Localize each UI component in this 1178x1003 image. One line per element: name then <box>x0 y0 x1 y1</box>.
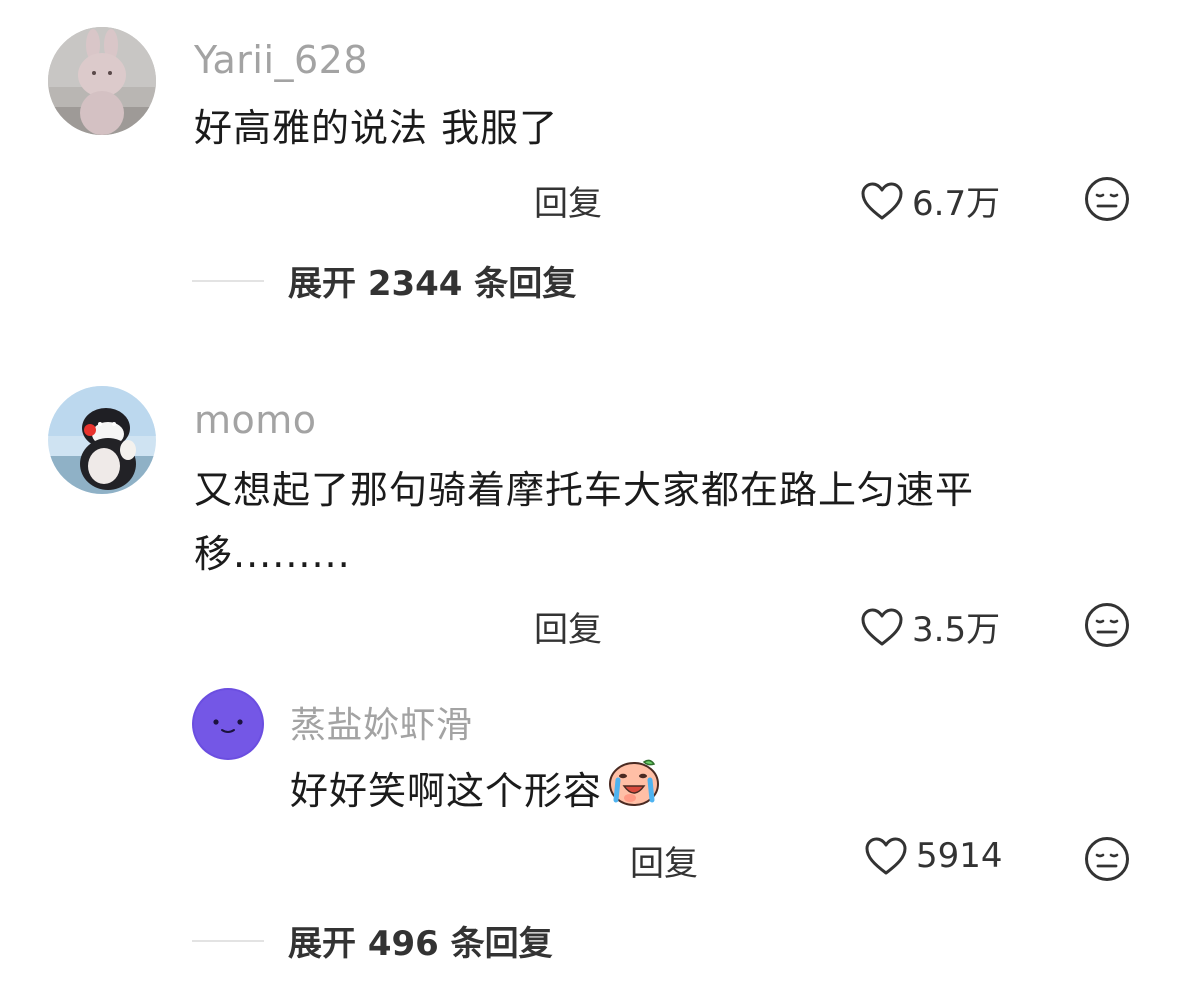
comment-text: 好好笑啊这个形容 <box>290 756 662 825</box>
expand-replies-label: 展开 2344 条回复 <box>288 264 577 304</box>
neutral-face-icon[interactable] <box>1084 176 1130 222</box>
comment-text: 好高雅的说法 我服了 <box>194 106 559 150</box>
heart-outline-icon <box>864 836 908 876</box>
neutral-face-icon[interactable] <box>1084 602 1130 648</box>
avatar[interactable] <box>48 27 156 135</box>
reply-button[interactable]: 回复 <box>534 602 602 651</box>
like-count: 5914 <box>916 836 1003 876</box>
heart-outline-icon <box>860 607 904 647</box>
divider-line <box>192 279 264 282</box>
like-button[interactable]: 5914 <box>864 836 1003 876</box>
like-count: 6.7万 <box>912 184 1001 224</box>
username[interactable]: momo <box>194 398 317 442</box>
expand-replies-label: 展开 496 条回复 <box>288 924 553 964</box>
like-button[interactable]: 6.7万 <box>860 176 1000 225</box>
avatar[interactable] <box>192 688 264 760</box>
expand-replies-button[interactable]: 展开 2344 条回复 <box>192 256 576 305</box>
comment-text-line-2: 移......... <box>194 532 351 576</box>
username[interactable]: Yarii_628 <box>194 38 368 82</box>
username[interactable]: 蒸盐㚷虾滑 <box>290 696 473 748</box>
like-count: 3.5万 <box>912 610 1001 650</box>
laughing-crying-peach-emoji <box>606 756 662 825</box>
reply-button[interactable]: 回复 <box>534 176 602 225</box>
comment-text-line-1: 又想起了那句骑着摩托车大家都在路上匀速平 <box>194 468 975 512</box>
like-button[interactable]: 3.5万 <box>860 602 1000 651</box>
reply-text: 好好笑啊这个形容 <box>290 768 603 813</box>
divider-line <box>192 939 264 942</box>
neutral-face-icon[interactable] <box>1084 836 1130 882</box>
reply-button[interactable]: 回复 <box>630 836 698 885</box>
avatar[interactable] <box>48 386 156 494</box>
heart-outline-icon <box>860 181 904 221</box>
expand-replies-button[interactable]: 展开 496 条回复 <box>192 916 553 965</box>
